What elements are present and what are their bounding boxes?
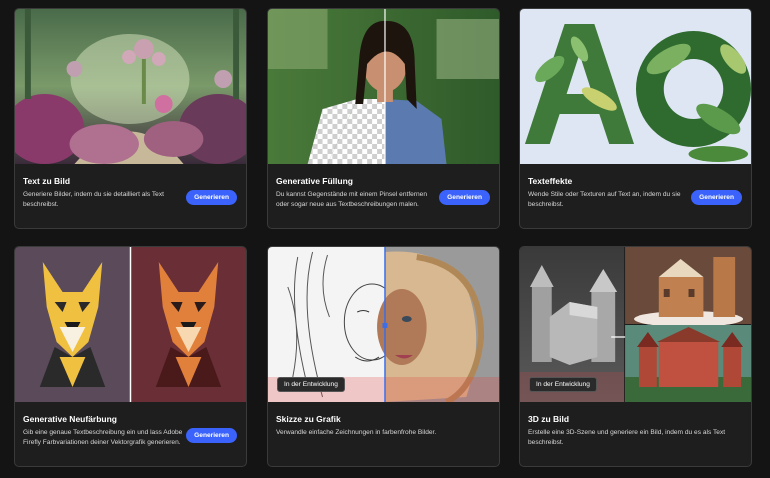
- leafy-letters-image: [520, 9, 751, 164]
- dog-recolor-image: [15, 247, 246, 402]
- card-generative-recolor[interactable]: Generative Neufärbung Gib eine genaue Te…: [14, 246, 247, 467]
- card-description: Generiere Bilder, indem du sie detaillie…: [23, 191, 164, 208]
- card-title: Skizze zu Grafik: [276, 414, 341, 424]
- in-development-badge: In der Entwicklung: [529, 377, 597, 392]
- card-text-effects[interactable]: Texteffekte Wende Stile oder Texturen au…: [519, 8, 752, 229]
- card-3d-to-image[interactable]: In der Entwicklung 3D zu Bild Erstelle e…: [519, 246, 752, 467]
- generate-button[interactable]: Generieren: [691, 190, 742, 205]
- card-title: Texteffekte: [528, 176, 573, 186]
- card-title: Generative Füllung: [276, 176, 353, 186]
- in-development-badge: In der Entwicklung: [277, 377, 345, 392]
- card-sketch-to-graphic[interactable]: In der Entwicklung Skizze zu Grafik Verw…: [267, 246, 500, 467]
- card-text-to-image[interactable]: Text zu Bild Generiere Bilder, indem du …: [14, 8, 247, 229]
- generate-button[interactable]: Generieren: [186, 428, 237, 443]
- card-description: Du kannst Gegenstände mit einem Pinsel e…: [276, 191, 428, 208]
- fantasy-garden-image: [15, 9, 246, 164]
- card-description: Gib eine genaue Textbeschreibung ein und…: [23, 429, 183, 446]
- generate-button[interactable]: Generieren: [439, 190, 490, 205]
- card-title: Generative Neufärbung: [23, 414, 117, 424]
- card-description: Verwandle einfache Zeichnungen in farben…: [276, 429, 437, 436]
- card-description: Wende Stile oder Texturen auf Text an, i…: [528, 191, 681, 208]
- card-title: 3D zu Bild: [528, 414, 570, 424]
- portrait-fill-image: [268, 9, 499, 164]
- generate-button[interactable]: Generieren: [186, 190, 237, 205]
- card-description: Erstelle eine 3D-Szene und generiere ein…: [528, 429, 726, 446]
- card-title: Text zu Bild: [23, 176, 71, 186]
- card-generative-fill[interactable]: Generative Füllung Du kannst Gegenstände…: [267, 8, 500, 229]
